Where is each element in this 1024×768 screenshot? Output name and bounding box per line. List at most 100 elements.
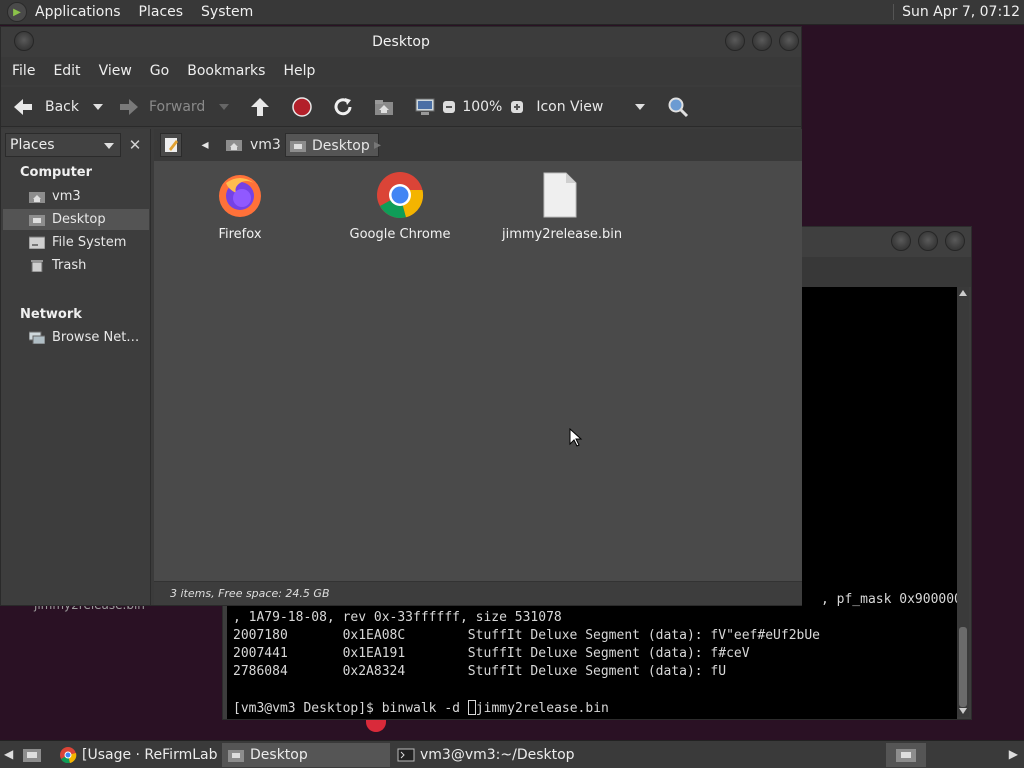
forward-arrow-icon [120,98,138,115]
top-menu-applications[interactable]: Applications [35,4,121,20]
back-history-dropdown[interactable] [93,103,103,110]
home-folder-icon [226,140,242,151]
home-folder-icon[interactable] [373,97,395,117]
taskbar-item-desktop[interactable]: Desktop [222,743,390,767]
taskbar-item-terminal[interactable]: vm3@vm3:~/Desktop [392,743,592,767]
chrome-icon [60,747,77,763]
terminal-line: 2786084 0x2A8324 StuffIt Deluxe Segment … [233,664,727,679]
path-scroll-left-button[interactable]: ◂ [194,133,216,157]
menu-view[interactable]: View [99,63,132,79]
places-select-label: Places [10,137,55,153]
drive-icon [29,236,45,249]
desktop-folder-icon [290,141,306,152]
search-icon[interactable] [667,96,689,118]
sidebar-places-select[interactable]: Places [5,133,121,157]
sidebar-heading-computer: Computer [20,165,93,180]
home-folder-icon [29,192,45,203]
zoom-level[interactable]: 100% [462,99,502,115]
reload-icon[interactable] [332,96,354,118]
menu-file[interactable]: File [12,63,35,79]
terminal-scrollbar[interactable] [957,287,969,717]
back-arrow-icon [14,98,32,115]
clock[interactable]: Sun Apr 7, 07:12 [893,4,1020,20]
forward-history-dropdown[interactable] [219,103,230,110]
toggle-location-button[interactable] [160,133,182,157]
menu-help[interactable]: Help [283,63,315,79]
desktop-red-icon [366,718,386,732]
folder-icon [228,750,244,762]
terminal-prompt: [vm3@vm3 Desktop]$ binwalk -d [233,701,468,716]
view-mode-dropdown[interactable] [635,103,646,110]
scrollbar-thumb[interactable] [959,627,967,707]
chevron-down-icon [104,143,114,149]
taskbar-item-browser[interactable]: [Usage · ReFirmLab… [54,743,218,767]
status-bar: 3 items, Free space: 24.5 GB [154,581,802,605]
file-view[interactable]: Firefox Google Chrome jimmy2release.bin [154,161,802,605]
close-button[interactable] [945,231,965,251]
toolbar: Back Forward 100% Icon View [1,87,801,127]
back-label: Back [45,98,79,115]
window-title: Desktop [372,34,430,50]
sidebar-item-browse-network[interactable]: Browse Net… [3,327,149,348]
terminal-line: , 1A79-18-08, rev 0x-33ffffff, size 5310… [233,610,562,625]
back-button[interactable]: Back [11,96,79,118]
maximize-button[interactable] [918,231,938,251]
workspace-switcher[interactable] [886,743,926,767]
zoom-in-icon[interactable] [510,100,524,114]
file-item-jimmy2release-bin[interactable]: jimmy2release.bin [502,171,622,242]
maximize-button[interactable] [752,31,772,51]
terminal-typed-text: jimmy2release.bin [475,701,609,716]
sidebar-item-vm3[interactable]: vm3 [3,186,149,207]
show-desktop-icon[interactable] [22,746,42,764]
top-menu-system[interactable]: System [201,4,253,20]
file-manager-window: Desktop File Edit View Go Bookmarks Help… [0,26,802,606]
mouse-pointer-icon [569,428,583,447]
taskbar-scroll-right-button[interactable]: ▶ [1009,747,1018,761]
sidebar-item-trash[interactable]: Trash [3,255,149,276]
minimize-button[interactable] [891,231,911,251]
zoom-out-icon[interactable] [442,100,456,114]
path-segment-desktop[interactable]: Desktop [285,133,379,157]
view-mode-select[interactable]: Icon View [536,99,603,115]
terminal-icon [397,748,415,762]
up-arrow-icon[interactable] [249,96,271,118]
desktop-folder-icon [29,215,45,226]
chrome-icon [377,172,424,219]
trash-icon [31,260,43,272]
bottom-taskbar: ◀ [Usage · ReFirmLab… Desktop vm3@vm3:~/… [0,740,1024,768]
scroll-down-icon[interactable] [959,708,967,714]
minimize-button[interactable] [725,31,745,51]
menu-bookmarks[interactable]: Bookmarks [187,63,265,79]
close-sidebar-button[interactable]: ✕ [125,135,145,155]
network-icon [29,331,45,344]
pencil-edit-icon [165,138,178,152]
close-button[interactable] [779,31,799,51]
terminal-line: , pf_mask 0x9000000 [821,592,970,607]
taskbar-scroll-left-button[interactable]: ◀ [4,747,13,761]
sidebar-item-desktop[interactable]: Desktop [3,209,149,230]
terminal-prompt-line[interactable]: [vm3@vm3 Desktop]$ binwalk -d jimmy2rele… [233,700,609,716]
sidebar-heading-network: Network [20,307,82,322]
system-logo-icon[interactable]: ▶ [7,2,27,22]
path-scroll-right-button[interactable]: ▸ [374,133,390,157]
scroll-up-icon[interactable] [959,290,967,296]
file-manager-titlebar[interactable]: Desktop [1,27,801,57]
sidebar-item-file-system[interactable]: File System [3,232,149,253]
forward-button[interactable]: Forward [117,96,205,118]
file-item-firefox[interactable]: Firefox [198,171,282,242]
file-item-google-chrome[interactable]: Google Chrome [344,171,456,242]
menu-go[interactable]: Go [150,63,169,79]
top-panel: ▶ Applications Places System Sun Apr 7, … [0,0,1024,25]
text-cursor [467,700,476,715]
stop-icon[interactable] [291,96,313,118]
firefox-icon [219,175,261,217]
sidebar: Places ✕ Computer vm3 Desktop File Syste… [1,129,151,605]
terminal-line: 2007441 0x1EA191 StuffIt Deluxe Segment … [233,646,750,661]
menubar: File Edit View Go Bookmarks Help [1,57,801,85]
path-segment-vm3[interactable]: vm3 [222,133,281,157]
document-icon [543,172,577,218]
menu-edit[interactable]: Edit [53,63,80,79]
computer-icon[interactable] [414,97,436,117]
top-menu-places[interactable]: Places [139,4,184,20]
forward-label: Forward [149,98,206,115]
